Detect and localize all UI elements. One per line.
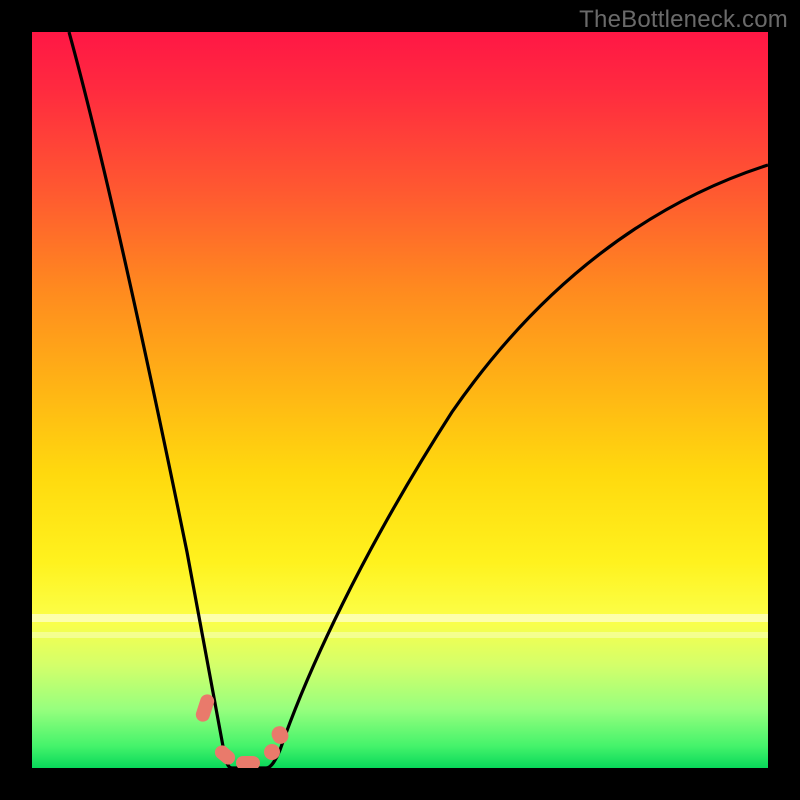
highlight-segments — [194, 693, 291, 768]
plot-area — [32, 32, 768, 768]
outer-frame: TheBottleneck.com — [0, 0, 800, 800]
watermark: TheBottleneck.com — [579, 6, 788, 34]
bottleneck-curve — [69, 32, 768, 768]
curve-svg — [32, 32, 768, 768]
